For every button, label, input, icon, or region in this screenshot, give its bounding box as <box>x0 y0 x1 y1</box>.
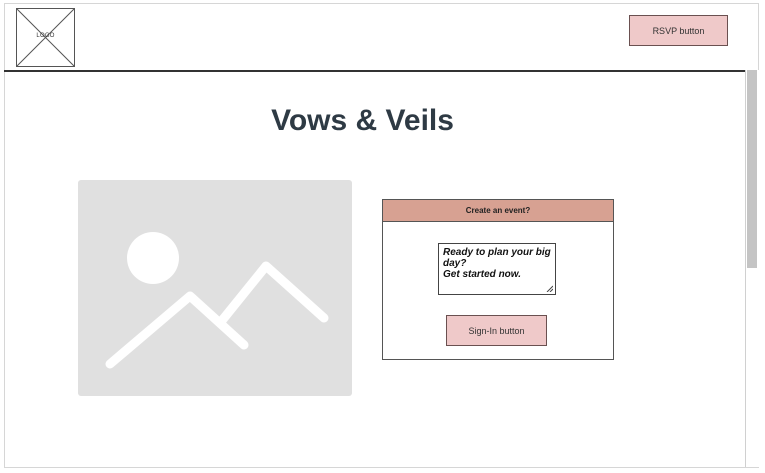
textbox-line: Get started now. <box>443 269 521 280</box>
message-textarea[interactable]: Ready to plan your big day? Get started … <box>438 243 556 295</box>
sign-in-button[interactable]: Sign-In button <box>446 315 547 346</box>
logo: LOGO <box>16 8 75 67</box>
page-title: Vows & Veils <box>271 104 454 137</box>
resize-handle-icon[interactable] <box>546 285 553 292</box>
logo-text: LOGO <box>36 33 55 39</box>
textbox-line: day? <box>443 258 467 269</box>
card-header: Create an event? <box>383 200 613 222</box>
rsvp-button[interactable]: RSVP button <box>629 15 728 46</box>
image-placeholder-icon <box>105 232 329 369</box>
hero-image <box>78 180 352 396</box>
create-event-card: Create an event? Ready to plan your big … <box>382 199 614 360</box>
header-divider <box>4 70 745 72</box>
scrollbar-thumb[interactable] <box>747 70 757 268</box>
textbox-line: Ready to plan your big <box>443 247 551 258</box>
